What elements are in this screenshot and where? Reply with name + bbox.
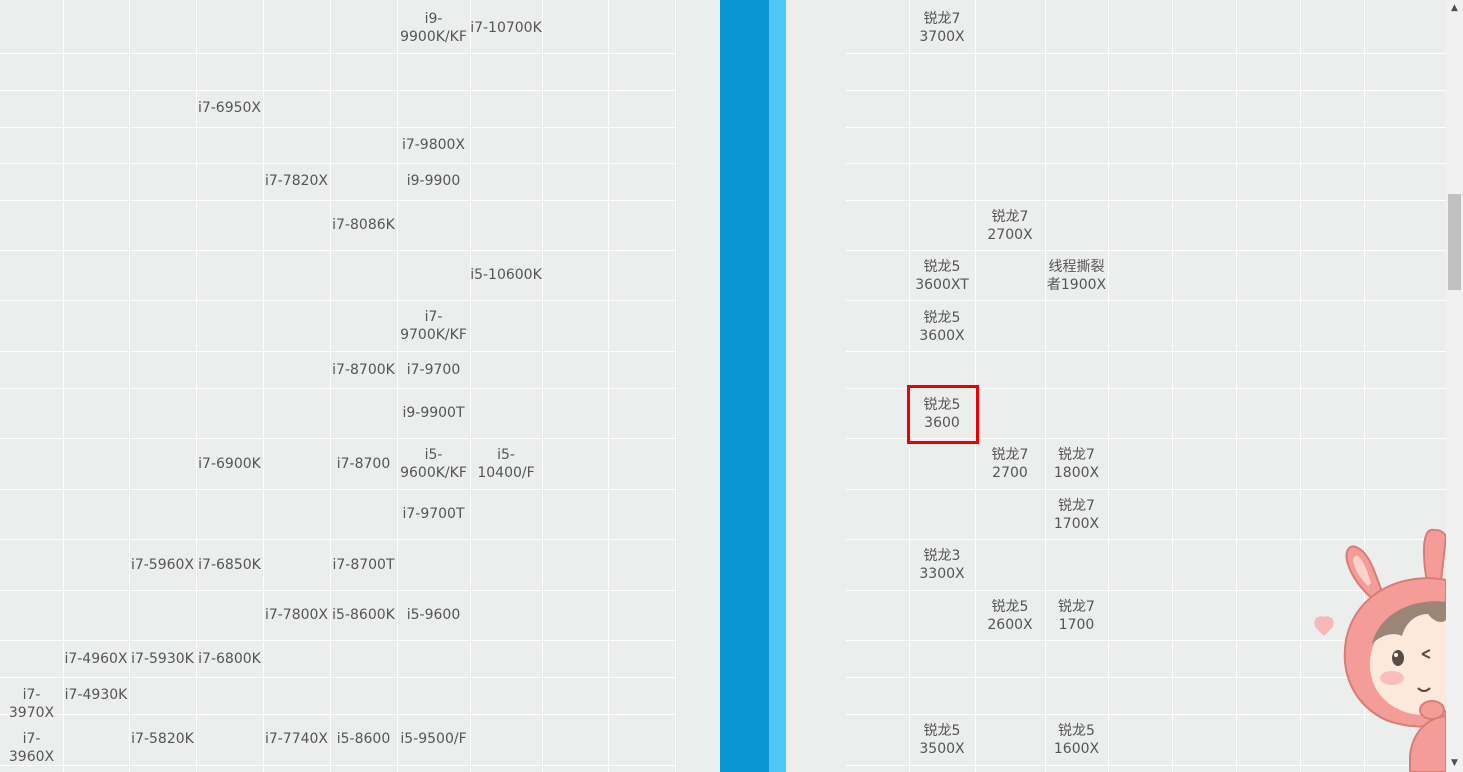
table-cell: 锐龙5 1600X [1053,723,1100,757]
table-cell: 锐龙5 3500X [919,723,965,757]
table-cell: i7-5930K [131,651,194,667]
table-cell: i5- 9600K/KF [400,447,467,481]
table-cell: 锐龙7 1700 [1058,599,1095,633]
table-cell: i7-5820K [131,731,194,747]
table-cell: i7-6950X [197,100,262,116]
table-cell: i7-5960X [130,557,195,573]
table-cell: 锐龙7 1700X [1053,498,1100,532]
table-cell: i7-8086K [332,217,395,233]
table-cell: 线程撕裂 者1900X [1046,259,1107,293]
table-cell: i7- 9700K/KF [400,309,467,343]
table-cell: i5-9600 [406,607,461,623]
table-cell: i7-6850K [198,557,261,573]
divider-bar-dark [720,0,769,772]
table-cell: i9- 9900K/KF [400,11,467,45]
table-cell: i7-8700K [332,362,395,378]
table-cell: 锐龙7 3700X [919,11,965,45]
heart-icon [1314,616,1334,636]
table-cell: i7-10700K [470,20,542,36]
table-cell: 锐龙7 1800X [1053,447,1100,481]
table-cell: i7-8700T [332,557,395,573]
scrollbar-thumb[interactable] [1448,194,1461,290]
table-cell: i5-9500/F [400,731,467,747]
table-cell: i7-6800K [198,651,261,667]
intel-cpu-ladder-table: i9- 9900K/KF i7-10700K i7-6950X i7-9800X… [0,0,676,772]
table-cell: i7-8700 [336,456,391,472]
table-cell: i5-8600K [332,607,395,623]
scroll-down-arrow-icon[interactable]: ▼ [1446,755,1463,772]
vertical-scrollbar[interactable] [1446,0,1463,772]
table-cell: 锐龙5 3600XT [915,259,969,293]
table-cell: i7-6900K [198,456,261,472]
scroll-up-arrow-icon[interactable]: ▲ [1446,0,1463,17]
table-cell: i5-8600 [336,731,391,747]
table-cell: 锐龙5 2600X [987,599,1033,633]
table-cell: i5-10600K [470,267,542,283]
table-cell: i7-4960X [64,651,128,667]
table-cell: i7-3960X [8,731,55,765]
table-cell: i7-9700 [406,362,461,378]
table-cell: i5- 10400/F [477,447,535,481]
table-cell: 锐龙7 2700X [987,209,1033,243]
bunny-mascot-icon[interactable] [1300,520,1446,772]
table-cell: i7-7800X [264,607,329,623]
table-cell: i7-9800X [401,137,466,153]
table-cell: i7-9700T [402,506,465,522]
table-cell: i7-7740X [264,731,329,747]
table-cell: i9-9900 [406,173,461,189]
table-cell: i9-9900T [402,405,465,421]
table-cell: 锐龙7 2700 [991,447,1029,481]
table-cell: 锐龙3 3300X [919,548,965,582]
table-cell: i7-7820X [264,173,329,189]
table-cell: 锐龙5 3600X [919,310,965,344]
highlight-box-selected-cpu [907,385,979,444]
table-cell: i7-4930K [64,687,128,703]
table-cell: i7-3970X [8,687,55,721]
divider-bar-light [769,0,786,772]
